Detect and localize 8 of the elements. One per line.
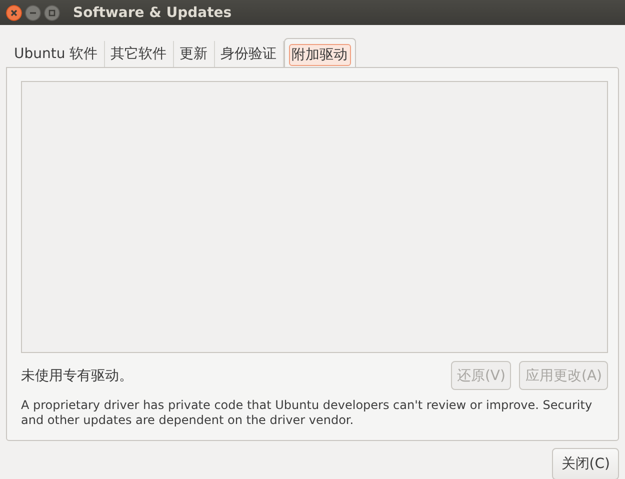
minimize-icon[interactable] — [25, 4, 41, 20]
description-text: A proprietary driver has private code that Ubuntu developers can't review or improve. Security and other updates are dependent on the driver vendor. — [21, 398, 594, 428]
close-button[interactable]: 关闭(C) — [552, 448, 619, 479]
maximize-icon[interactable] — [44, 4, 60, 20]
tab[interactable]: 附加驱动 — [284, 38, 356, 67]
status-text: 未使用专有驱动。 — [21, 366, 134, 384]
close-icon[interactable] — [6, 4, 22, 20]
window-title: Software & Updates — [73, 4, 232, 20]
